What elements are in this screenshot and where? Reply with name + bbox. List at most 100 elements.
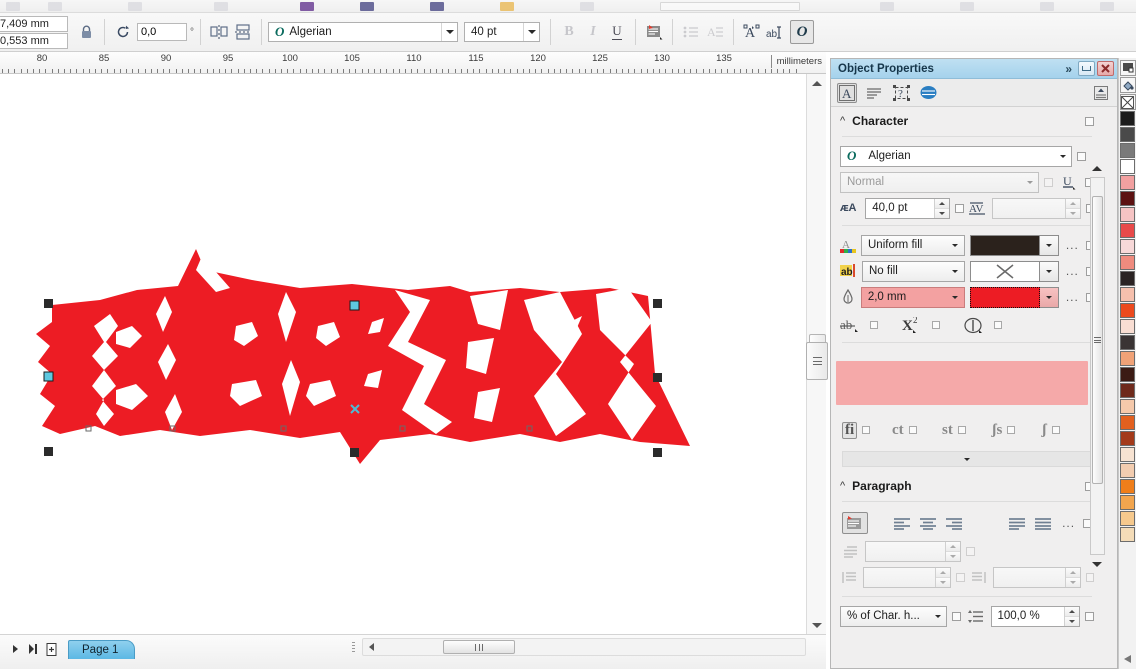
tab-paragraph[interactable] — [864, 83, 884, 103]
palette-swatch[interactable] — [1120, 287, 1135, 302]
palette-swatch[interactable] — [1120, 143, 1135, 158]
palette-swatch[interactable] — [1120, 175, 1135, 190]
palette-scroll-button[interactable] — [1123, 654, 1133, 667]
palette-swatch[interactable] — [1120, 223, 1135, 238]
paragraph-section-header[interactable]: ^ Paragraph — [832, 473, 1102, 499]
paintbucket-tool[interactable] — [1119, 77, 1136, 93]
strikethrough-button[interactable]: ab — [840, 317, 870, 333]
fill-type-dropdown-arrow[interactable] — [947, 236, 964, 255]
last-page-button[interactable] — [26, 641, 41, 657]
background-color-dropdown-arrow[interactable] — [1039, 260, 1059, 282]
minimize-button[interactable] — [1078, 61, 1095, 76]
character-section-header[interactable]: ^ Character — [832, 108, 1102, 134]
outline-width-dropdown-arrow[interactable] — [947, 288, 964, 307]
pin-panel-button[interactable] — [1091, 83, 1111, 103]
lock-ratio-button[interactable] — [74, 20, 98, 44]
docker-font-family-combo[interactable]: O Algerian — [840, 145, 1072, 167]
font-size-dropdown-arrow[interactable] — [523, 23, 539, 41]
align-full-justify-button[interactable] — [1005, 512, 1031, 534]
fill-more-button[interactable]: ... — [1064, 238, 1081, 252]
palette-swatch[interactable] — [1120, 383, 1135, 398]
docker-title-bar[interactable]: Object Properties » — [831, 59, 1117, 79]
outline-width-combo[interactable]: 2,0 mm — [860, 286, 965, 308]
canvas-horizontal-scrollbar[interactable] — [362, 638, 806, 656]
palette-swatch[interactable] — [1120, 367, 1135, 382]
break-text-artwork[interactable] — [0, 74, 806, 634]
horizontal-scroll-thumb[interactable] — [443, 640, 515, 654]
uppercase-checkbox[interactable] — [994, 321, 1002, 329]
position-y-input[interactable] — [0, 32, 68, 49]
underline-button[interactable]: U — [605, 20, 629, 44]
next-page-button[interactable] — [8, 641, 23, 657]
font-family-lock-checkbox[interactable] — [1077, 151, 1086, 161]
uppercase-button[interactable] — [964, 317, 994, 334]
first-line-indent-lock-checkbox[interactable] — [966, 546, 975, 556]
right-indent-lock-checkbox[interactable] — [1085, 572, 1094, 582]
docker-scrollbar[interactable] — [1090, 177, 1105, 555]
docker-scroll-down-button[interactable] — [1091, 559, 1103, 569]
italic-button[interactable]: I — [581, 20, 605, 44]
mirror-horizontal-button[interactable] — [207, 20, 231, 44]
standard-ligatures-icon[interactable]: fi — [842, 421, 858, 439]
spacing-unit-lock-checkbox[interactable] — [952, 611, 962, 621]
palette-swatch[interactable] — [1120, 479, 1135, 494]
kerning-spinner[interactable] — [992, 197, 1081, 219]
outline-color-dropdown-arrow[interactable] — [1039, 286, 1059, 308]
font-family-dropdown-arrow[interactable] — [441, 23, 457, 41]
palette-swatch[interactable] — [1120, 191, 1135, 206]
palette-swatch[interactable] — [1120, 239, 1135, 254]
rotation-angle-input[interactable] — [137, 23, 187, 41]
tab-character[interactable]: A — [837, 82, 857, 103]
tab-fill[interactable] — [918, 83, 938, 103]
superscript-button[interactable]: X 2 — [902, 317, 932, 333]
palette-swatch[interactable] — [1120, 319, 1135, 334]
fill-color-swatch[interactable] — [969, 234, 1040, 256]
docker-scroll-thumb[interactable] — [1092, 196, 1103, 484]
no-color-swatch[interactable] — [1119, 94, 1136, 110]
font-style-lock-checkbox[interactable] — [1044, 177, 1054, 187]
palette-swatch[interactable] — [1120, 351, 1135, 366]
historical-forms-checkbox[interactable] — [1051, 426, 1060, 434]
docker-collapse-tab[interactable] — [806, 342, 828, 380]
align-center-button[interactable] — [915, 512, 941, 534]
historical-ligatures-icon[interactable]: st — [942, 422, 953, 438]
opentype-button[interactable]: O — [790, 20, 814, 44]
mirror-vertical-button[interactable] — [231, 20, 255, 44]
palette-swatch[interactable] — [1120, 303, 1135, 318]
left-indent-spinner[interactable] — [863, 566, 952, 588]
superscript-checkbox[interactable] — [932, 321, 940, 329]
text-properties-button[interactable]: ab — [764, 20, 788, 44]
fill-type-combo[interactable]: Uniform fill — [861, 234, 965, 256]
font-family-combo[interactable]: O Algerian — [268, 22, 458, 42]
horizontal-ruler[interactable]: 80 85 90 95 100 105 110 115 120 125 130 135 millime… — [0, 52, 826, 74]
text-alignment-button[interactable] — [642, 20, 666, 44]
align-left-button[interactable] — [890, 512, 916, 534]
drop-cap-button[interactable]: A — [703, 20, 727, 44]
align-force-justify-button[interactable] — [1030, 512, 1056, 534]
palette-swatch[interactable] — [1120, 399, 1135, 414]
palette-swatch[interactable] — [1120, 127, 1135, 142]
scroll-down-button[interactable] — [807, 616, 827, 634]
break-shattered-text[interactable] — [36, 249, 690, 464]
fill-color-dropdown-arrow[interactable] — [1039, 234, 1059, 256]
eyedropper-tool[interactable] — [1119, 60, 1136, 76]
font-size-lock-checkbox[interactable] — [955, 203, 964, 213]
scroll-up-button[interactable] — [807, 74, 827, 92]
palette-swatch[interactable] — [1120, 415, 1135, 430]
chevron-double-right-icon[interactable]: » — [1065, 62, 1078, 76]
docker-scroll-up-button[interactable] — [1091, 163, 1103, 173]
palette-swatch[interactable] — [1120, 271, 1135, 286]
palette-swatch[interactable] — [1120, 431, 1135, 446]
palette-swatch[interactable] — [1120, 335, 1135, 350]
rotate-button[interactable] — [111, 20, 135, 44]
palette-swatch[interactable] — [1120, 159, 1135, 174]
palette-swatch[interactable] — [1120, 447, 1135, 462]
edit-text-button[interactable]: A — [740, 20, 764, 44]
add-page-button[interactable] — [44, 641, 59, 657]
right-indent-spinner[interactable] — [992, 566, 1081, 588]
historical-ligatures-checkbox[interactable] — [957, 426, 966, 434]
palette-swatch[interactable] — [1120, 111, 1135, 126]
background-type-combo[interactable]: No fill — [862, 260, 965, 282]
line-spacing-lock-checkbox[interactable] — [1085, 611, 1094, 621]
historical-forms-icon[interactable]: ʃ — [1042, 422, 1047, 438]
